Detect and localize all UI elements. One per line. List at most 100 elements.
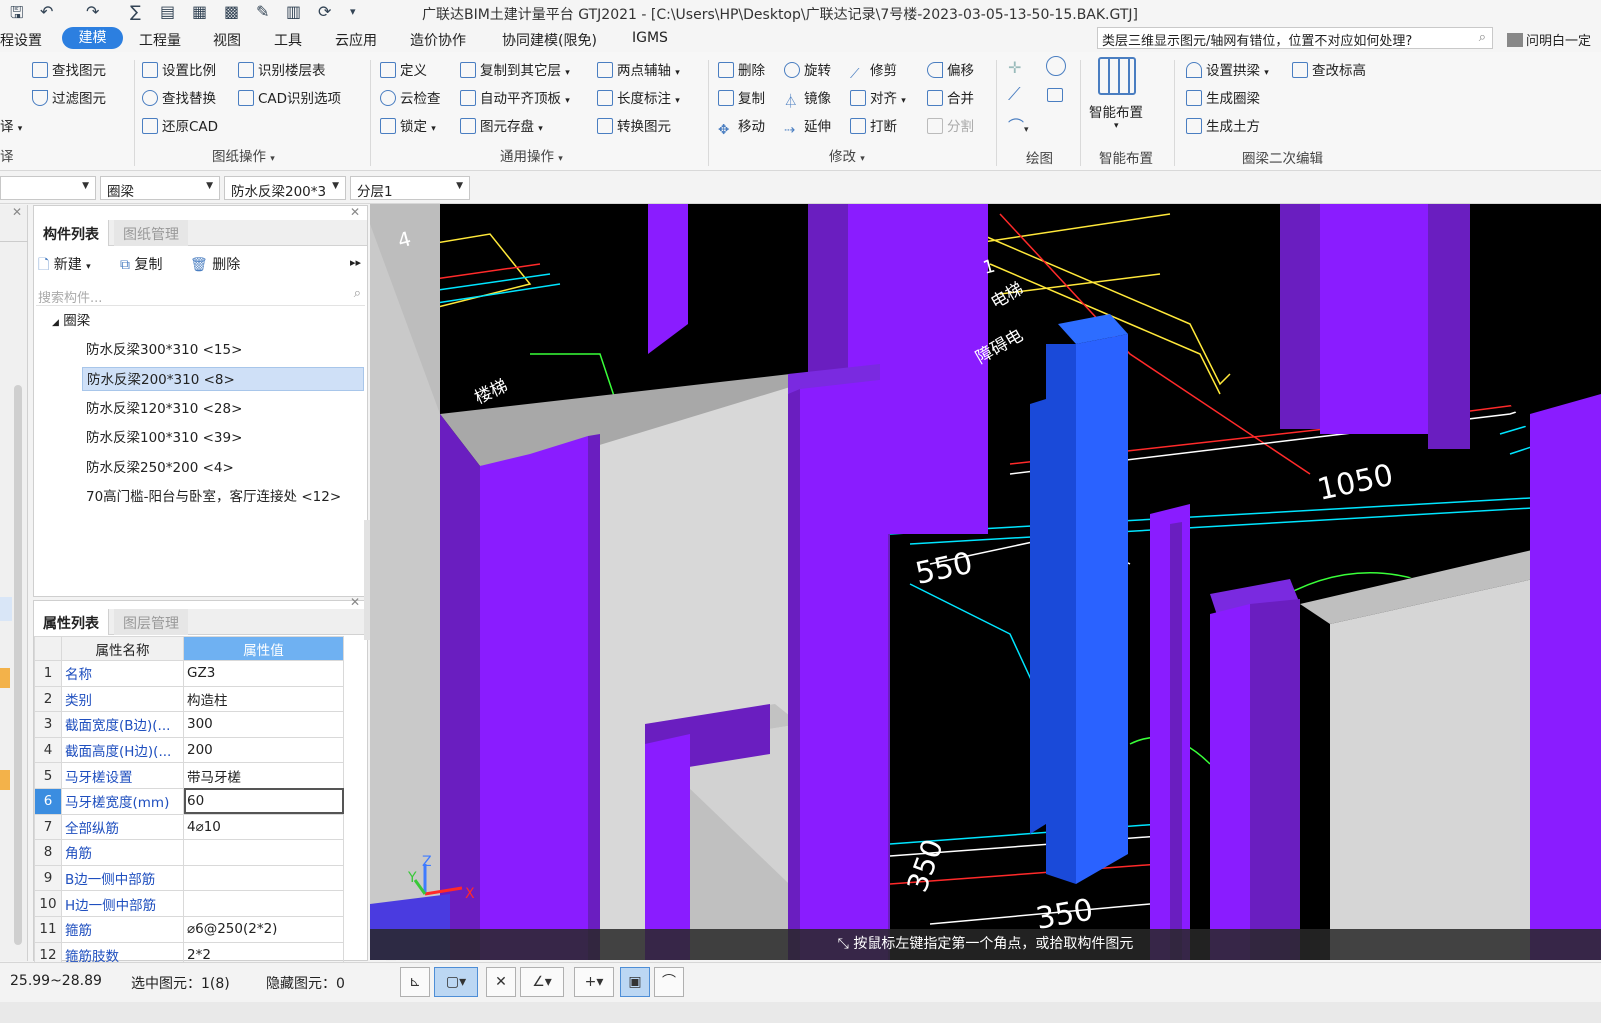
list-item[interactable]: 防水反梁120*310 <28> xyxy=(82,397,364,421)
tab-drawing-management[interactable]: 图纸管理 xyxy=(114,220,188,246)
copy-component-button[interactable]: ⧉ 复制 xyxy=(120,254,162,274)
extend-button[interactable]: ⇢ 延伸 xyxy=(784,115,831,138)
table-row[interactable]: 2 类别 构造柱 xyxy=(34,685,344,713)
tab-layer-management[interactable]: 图层管理 xyxy=(114,609,188,635)
report-icon[interactable]: ▤ xyxy=(160,2,175,21)
expand-icon[interactable]: ◢ xyxy=(52,318,59,328)
filter-element-button[interactable]: 过滤图元 xyxy=(32,87,106,107)
table-row[interactable]: 1 名称 GZ3 xyxy=(34,660,344,687)
menu-quantities[interactable]: 工程量 xyxy=(139,30,181,50)
scrollbar[interactable] xyxy=(14,385,22,945)
length-dimension-button[interactable]: 长度标注 ▾ xyxy=(597,87,680,107)
property-value[interactable] xyxy=(183,890,344,917)
header-property-name[interactable]: 属性名称 xyxy=(61,636,184,661)
select-mode-toggle[interactable]: ▢▾ xyxy=(434,967,478,997)
menu-view[interactable]: 视图 xyxy=(213,30,241,50)
arc-snap-toggle[interactable]: ⌒ xyxy=(654,967,684,997)
pen-icon[interactable]: ✎ xyxy=(256,2,269,21)
header-property-value[interactable]: 属性值 xyxy=(183,636,344,661)
lock-button[interactable]: 锁定 ▾ xyxy=(380,115,436,135)
tab-property-list[interactable]: 属性列表 xyxy=(34,609,109,635)
redo-icon[interactable]: ↷ xyxy=(86,2,99,21)
property-value[interactable]: 300 xyxy=(183,711,344,738)
close-icon[interactable]: ✕ xyxy=(350,205,360,219)
property-value[interactable]: 4⌀10 xyxy=(183,813,344,841)
menu-project-settings[interactable]: 程设置 xyxy=(0,30,42,50)
smart-layout-icon[interactable] xyxy=(1098,57,1136,95)
property-value[interactable] xyxy=(183,864,344,892)
list-item[interactable]: 防水反梁100*310 <39> xyxy=(82,426,364,450)
copy-to-other-floor-button[interactable]: 复制到其它层 ▾ xyxy=(460,59,570,79)
merge-button[interactable]: 合并 xyxy=(927,87,974,107)
split-button[interactable]: 分割 xyxy=(927,115,974,135)
grid-settings-icon[interactable]: ▩ xyxy=(224,2,239,21)
menu-modeling[interactable]: 建模 xyxy=(62,27,123,49)
search-icon[interactable]: ⌕ xyxy=(1479,30,1486,45)
menu-collab-modeling[interactable]: 协同建模(限免) xyxy=(502,30,597,50)
group-modify[interactable]: 修改 ▾ xyxy=(829,145,865,165)
truncated-dropdown[interactable]: 译 ▾ xyxy=(0,115,22,135)
define-button[interactable]: 定义 xyxy=(380,59,427,79)
convert-element-button[interactable]: 转换图元 xyxy=(597,115,671,135)
rect-draw-icon[interactable] xyxy=(1047,88,1063,102)
property-value[interactable]: 带马牙槎 xyxy=(183,762,344,789)
list-item[interactable]: 防水反梁250*200 <4> xyxy=(82,456,364,480)
search-icon[interactable]: ⌕ xyxy=(354,286,361,301)
sync-icon[interactable]: ⟳ xyxy=(318,2,331,21)
menu-cost-collab[interactable]: 造价协作 xyxy=(410,30,466,50)
component-type-select[interactable]: 圈梁 ▼ xyxy=(100,176,220,200)
undo-icon[interactable]: ↶ xyxy=(40,2,53,21)
table-row[interactable]: 6 马牙槎宽度(mm) 60 xyxy=(34,787,344,815)
layer-select[interactable]: 分层1 ▼ xyxy=(350,176,470,200)
list-item[interactable]: 防水反梁300*310 <15> xyxy=(82,338,364,362)
grid-icon[interactable]: ▦ xyxy=(192,2,207,21)
chevron-down-icon[interactable]: ▾ xyxy=(1114,121,1119,131)
find-element-button[interactable]: 查找图元 xyxy=(32,59,106,79)
property-value[interactable]: 200 xyxy=(183,736,344,764)
property-value[interactable]: GZ3 xyxy=(183,660,344,687)
check-elevation-button[interactable]: 查改标高 xyxy=(1292,59,1366,79)
smart-layout-button[interactable]: 智能布置 xyxy=(1089,101,1143,121)
cloud-check-button[interactable]: 云检查 xyxy=(380,87,441,107)
property-value[interactable] xyxy=(183,839,344,866)
align-button[interactable]: 对齐 ▾ xyxy=(850,87,906,107)
component-search-input[interactable]: 搜索构件... ⌕ xyxy=(36,284,365,306)
tree-root[interactable]: ◢ 圈梁 xyxy=(48,309,90,333)
set-arch-beam-button[interactable]: 设置拱梁 ▾ xyxy=(1186,59,1269,79)
property-value[interactable]: ⌀6@250(2*2) xyxy=(183,915,344,943)
delete-component-button[interactable]: 🗑 删除 xyxy=(190,254,240,274)
delete-button[interactable]: 删除 xyxy=(718,59,765,79)
arc-draw-icon[interactable]: ⌒▾ xyxy=(1008,113,1029,137)
list-item-selected[interactable]: 防水反梁200*310 <8> xyxy=(82,367,364,391)
generate-ring-beam-button[interactable]: 生成圈梁 xyxy=(1186,87,1260,107)
circle-draw-icon[interactable] xyxy=(1046,56,1066,76)
3d-viewport[interactable]: 4 1 电梯 障碍电 楼梯 1050 550 350 350 Z X Y xyxy=(370,204,1601,960)
ortho-toggle[interactable]: ⊾ xyxy=(400,967,430,997)
restore-cad-button[interactable]: 还原CAD xyxy=(142,115,218,135)
rotate-button[interactable]: 旋转 xyxy=(784,59,831,79)
element-save-button[interactable]: 图元存盘 ▾ xyxy=(460,115,543,135)
list-item[interactable]: 70高门槛-阳台与卧室，客厅连接处 <12> xyxy=(82,485,364,509)
table-row[interactable]: 11 箍筋 ⌀6@250(2*2) xyxy=(34,915,344,943)
menu-cloud[interactable]: 云应用 xyxy=(335,30,377,50)
trim-button[interactable]: ⟋ 修剪 xyxy=(850,59,897,82)
close-icon[interactable]: ✕ xyxy=(350,595,360,609)
property-value[interactable]: 构造柱 xyxy=(183,685,344,713)
find-replace-button[interactable]: 查找替换 xyxy=(142,87,216,107)
offset-button[interactable]: 偏移 xyxy=(927,59,974,79)
property-value[interactable]: 60 xyxy=(183,787,344,815)
more-icon[interactable]: ▸▸ xyxy=(350,256,361,269)
table-row[interactable]: 9 B边一侧中部筋 xyxy=(34,864,344,892)
two-point-axis-button[interactable]: 两点辅轴 ▾ xyxy=(597,59,680,79)
table-row[interactable]: 4 截面高度(H边)(... 200 xyxy=(34,736,344,764)
component-select[interactable]: 防水反梁200*3 ▼ xyxy=(224,176,346,200)
copy-button[interactable]: 复制 xyxy=(718,87,765,107)
identify-floor-table-button[interactable]: 识别楼层表 xyxy=(238,59,326,79)
group-drawing-ops[interactable]: 图纸操作 ▾ xyxy=(212,145,275,165)
tab-component-list[interactable]: 构件列表 xyxy=(34,220,109,246)
table-row[interactable]: 8 角筋 xyxy=(34,839,344,866)
customize-icon[interactable]: ▾ xyxy=(350,5,356,18)
point-draw-icon[interactable]: ✛ xyxy=(1008,58,1021,77)
table-icon[interactable]: ▥ xyxy=(286,2,301,21)
line-draw-icon[interactable]: ⟋ xyxy=(1008,84,1021,105)
